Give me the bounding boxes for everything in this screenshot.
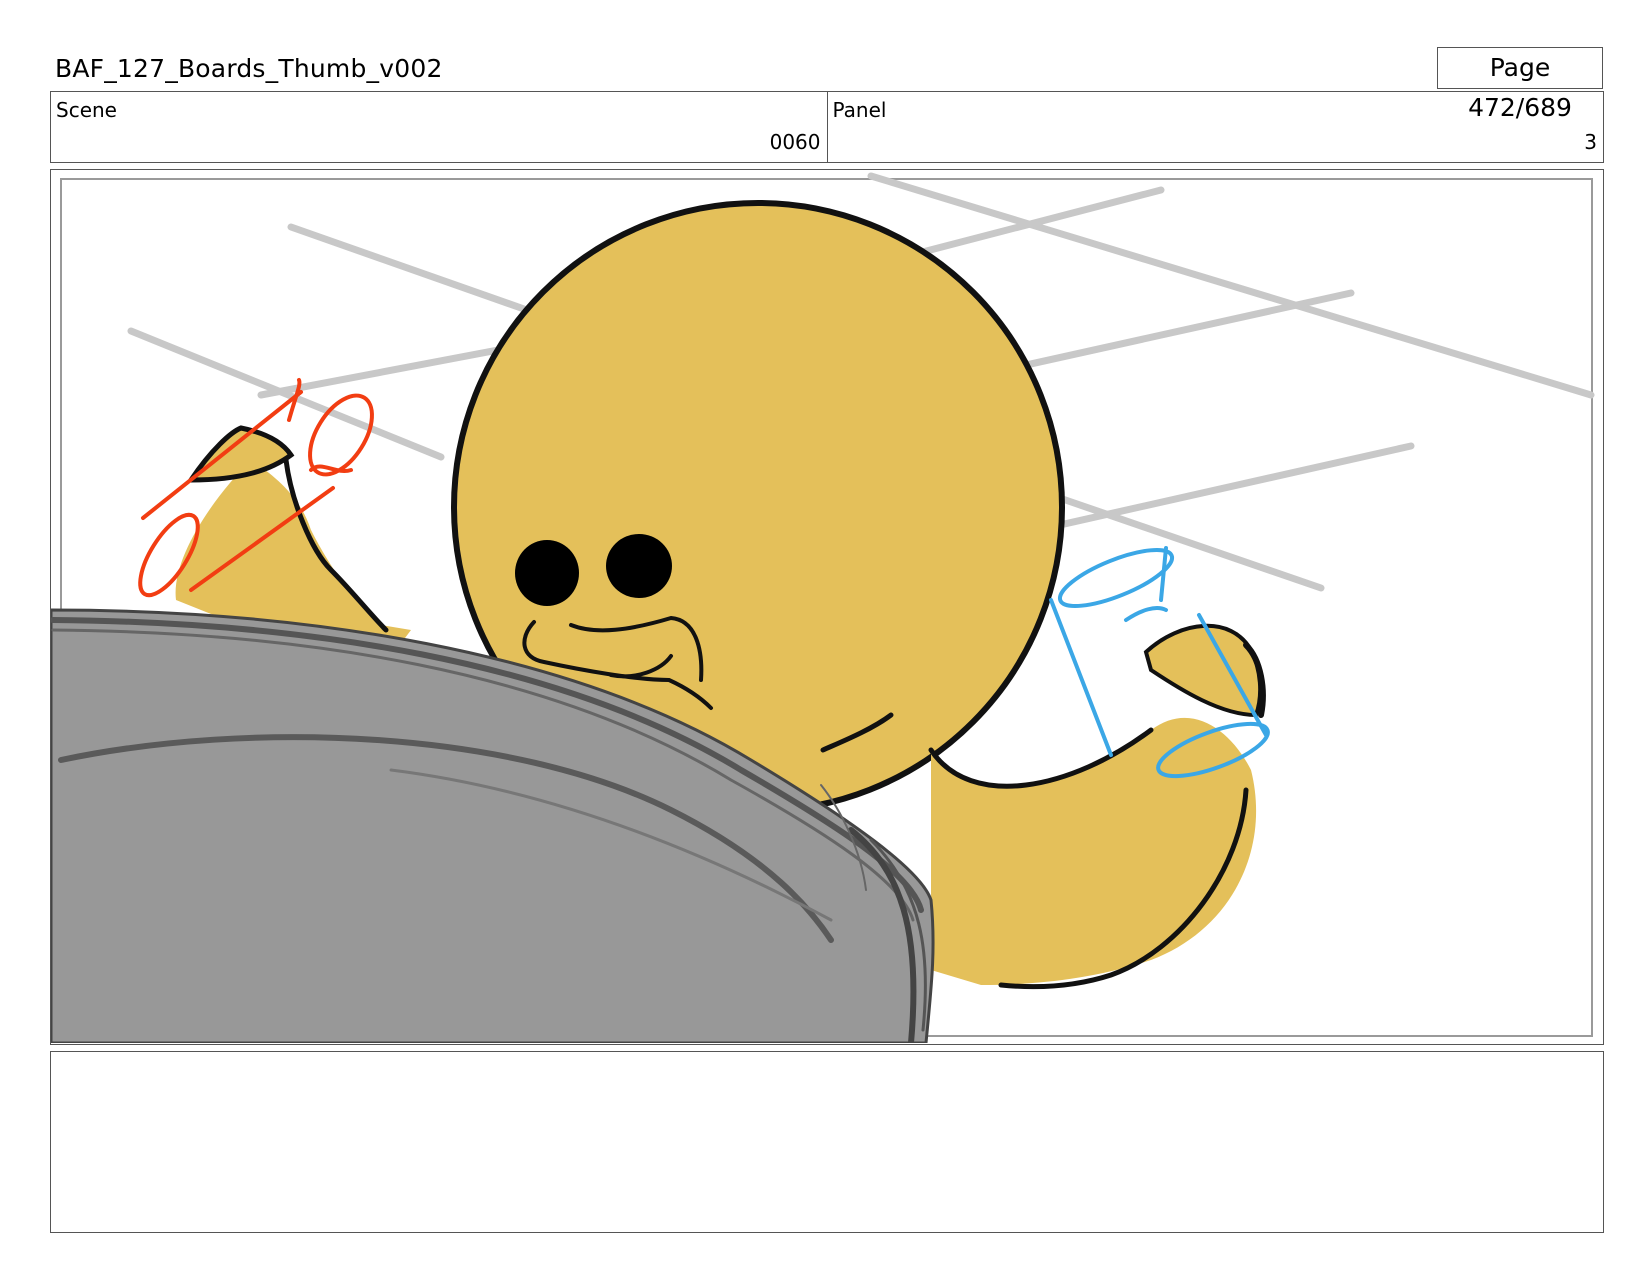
left-hand [186,425,295,483]
right-eye [606,534,672,598]
scene-label: Scene [56,98,117,122]
panel-value: 3 [1584,130,1597,154]
storyboard-panel [50,169,1604,1045]
panel-label: Panel [832,98,887,122]
panel-cell: Panel 3 [826,92,1604,162]
scene-cell: Scene 0060 [51,92,827,162]
notes-box [50,1051,1604,1233]
document-title: BAF_127_Boards_Thumb_v002 [55,54,443,83]
scene-panel-info-row: Scene 0060 Panel 3 [50,91,1604,163]
right-arm [931,717,1257,985]
storyboard-page: BAF_127_Boards_Thumb_v002 Page 472/689 S… [0,0,1650,1275]
panel-artwork [51,172,1595,1043]
right-hand [1143,623,1263,718]
page-number: Page 472/689 [1437,47,1603,122]
scene-value: 0060 [769,130,821,154]
left-eye [515,540,579,606]
